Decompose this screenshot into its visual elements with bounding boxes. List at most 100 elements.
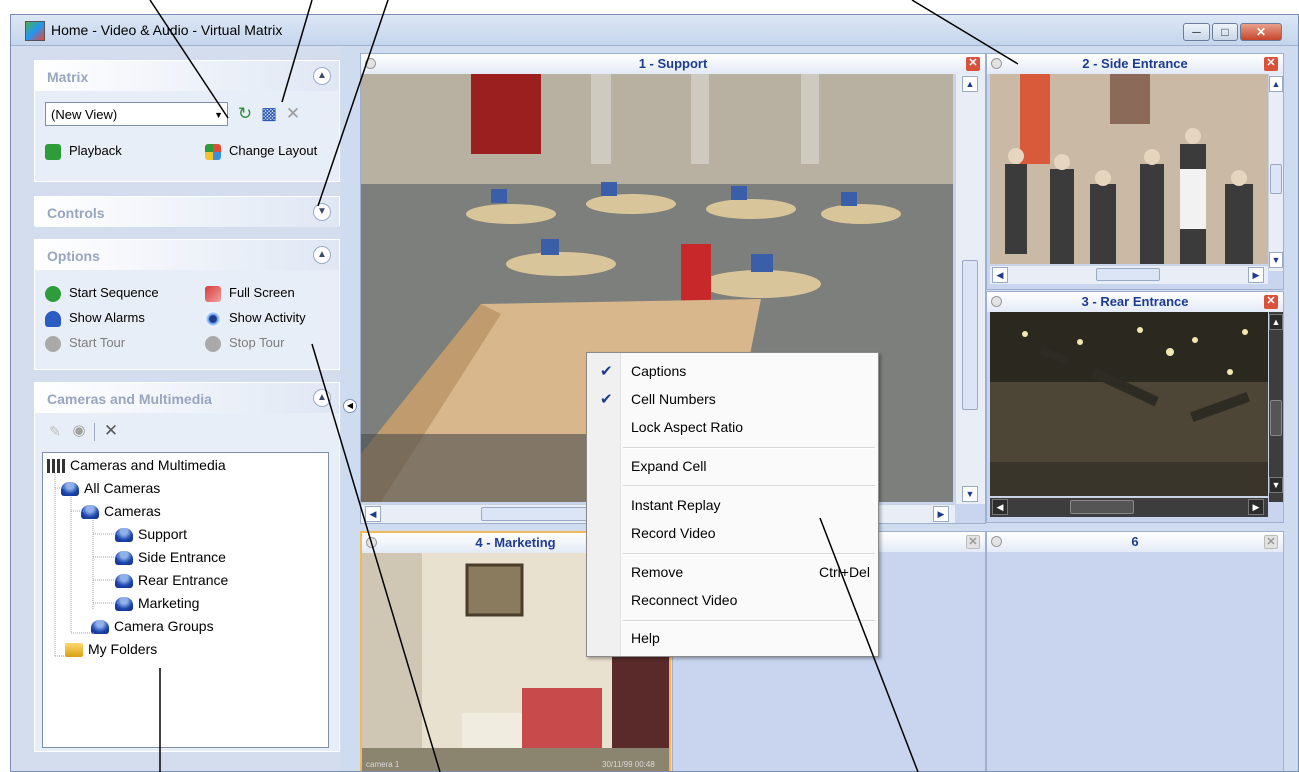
close-icon[interactable]: ✕: [966, 535, 980, 549]
collapse-icon[interactable]: ▲: [313, 246, 331, 264]
scroll-left-icon[interactable]: ◀: [365, 506, 381, 522]
close-icon[interactable]: ✕: [966, 57, 980, 71]
close-icon[interactable]: ✕: [1264, 295, 1278, 309]
vertical-scrollbar[interactable]: ▲ ▼: [1268, 74, 1283, 271]
menu-item-help[interactable]: Help: [631, 630, 660, 646]
scroll-left-icon[interactable]: ◀: [992, 499, 1008, 515]
start-sequence-button[interactable]: Start Sequence: [45, 285, 159, 302]
menu-separator: [623, 485, 875, 487]
tour-icon: [45, 335, 61, 352]
eye-icon: [205, 310, 221, 327]
options-header[interactable]: Options ▲: [35, 240, 339, 270]
show-activity-button[interactable]: Show Activity: [205, 310, 306, 327]
tools-icon[interactable]: ✕: [101, 421, 121, 441]
playback-label: Playback: [69, 143, 122, 158]
show-alarms-label: Show Alarms: [69, 310, 145, 325]
delete-icon[interactable]: ✕: [283, 104, 303, 124]
power-icon: [45, 285, 61, 302]
full-screen-icon: [205, 285, 221, 302]
close-icon[interactable]: ✕: [1264, 535, 1278, 549]
start-tour-button[interactable]: Start Tour: [45, 335, 125, 352]
show-alarms-button[interactable]: Show Alarms: [45, 310, 145, 327]
video-cell-2[interactable]: 2 - Side Entrance ✕ ▲ ▼ ◀ ▶: [986, 53, 1284, 290]
video-cell-3[interactable]: 3 - Rear Entrance ✕ ▲ ▼ ◀ ▶: [986, 291, 1284, 523]
menu-item-instant-replay[interactable]: Instant Replay: [631, 497, 721, 513]
menu-item-cell-numbers[interactable]: Cell Numbers: [631, 391, 716, 407]
window-title: Home - Video & Audio - Virtual Matrix: [51, 22, 283, 38]
scroll-thumb[interactable]: [1096, 268, 1160, 281]
scroll-down-icon[interactable]: ▼: [1269, 252, 1283, 268]
chevron-down-icon: ▼: [214, 110, 223, 120]
minimize-button[interactable]: ─: [1183, 23, 1210, 41]
full-screen-button[interactable]: Full Screen: [205, 285, 295, 302]
view-select-value: (New View): [51, 107, 118, 122]
globe-icon[interactable]: ◉: [69, 421, 89, 441]
scroll-up-icon[interactable]: ▲: [962, 76, 978, 92]
horizontal-scrollbar[interactable]: ◀ ▶: [990, 265, 1268, 284]
scroll-down-icon[interactable]: ▼: [1269, 477, 1283, 493]
playback-icon: [45, 143, 61, 160]
view-select[interactable]: (New View) ▼: [45, 102, 228, 126]
scroll-right-icon[interactable]: ▶: [1248, 499, 1264, 515]
scroll-right-icon[interactable]: ▶: [933, 506, 949, 522]
controls-header[interactable]: Controls ▼: [35, 197, 339, 227]
vertical-scrollbar[interactable]: ▲ ▼: [955, 74, 985, 504]
show-activity-label: Show Activity: [229, 310, 306, 325]
menu-separator: [623, 447, 875, 449]
menu-shortcut-remove: Ctrl+Del: [819, 564, 870, 580]
change-layout-label: Change Layout: [229, 143, 318, 158]
scroll-right-icon[interactable]: ▶: [1248, 267, 1264, 283]
scroll-up-icon[interactable]: ▲: [1269, 76, 1283, 92]
maximize-button[interactable]: □: [1212, 23, 1238, 41]
menu-item-reconnect-video[interactable]: Reconnect Video: [631, 592, 737, 608]
cell-header: 3 - Rear Entrance ✕: [987, 292, 1283, 312]
check-icon: ✔: [600, 391, 613, 408]
close-window-button[interactable]: ✕: [1240, 23, 1282, 41]
collapse-icon[interactable]: ▲: [313, 67, 331, 85]
new-folder-icon[interactable]: ✎: [45, 421, 65, 441]
title-bar: Home - Video & Audio - Virtual Matrix ─ …: [11, 15, 1298, 46]
cameras-title: Cameras and Multimedia: [47, 391, 212, 407]
scroll-up-icon[interactable]: ▲: [1269, 314, 1283, 330]
refresh-icon[interactable]: ↻: [235, 104, 255, 124]
expand-icon[interactable]: ▼: [313, 203, 331, 221]
horizontal-scrollbar[interactable]: ◀ ▶: [990, 497, 1268, 517]
change-layout-button[interactable]: Change Layout: [205, 143, 317, 160]
scroll-down-icon[interactable]: ▼: [962, 486, 978, 502]
menu-item-lock-aspect-ratio[interactable]: Lock Aspect Ratio: [631, 419, 743, 435]
collapse-icon[interactable]: ▲: [313, 389, 331, 407]
stop-tour-button[interactable]: Stop Tour: [205, 335, 284, 352]
menu-item-remove[interactable]: Remove: [631, 564, 683, 580]
menu-item-captions[interactable]: Captions: [631, 363, 686, 379]
menu-item-record-video[interactable]: Record Video: [631, 525, 716, 541]
save-icon[interactable]: ▩: [259, 104, 279, 124]
full-screen-label: Full Screen: [229, 285, 295, 300]
tour-icon: [205, 335, 221, 352]
controls-section: Controls ▼: [34, 196, 340, 227]
cameras-header[interactable]: Cameras and Multimedia ▲: [35, 383, 339, 413]
scroll-thumb[interactable]: [962, 260, 978, 410]
scroll-thumb[interactable]: [1270, 400, 1282, 436]
cell-title: 3 - Rear Entrance: [1081, 294, 1189, 309]
playback-button[interactable]: Playback: [45, 143, 122, 160]
layout-icon: [205, 143, 221, 160]
scroll-thumb[interactable]: [481, 507, 591, 521]
options-title: Options: [47, 248, 100, 264]
close-icon[interactable]: ✕: [1264, 57, 1278, 71]
panel-splitter[interactable]: ◀: [341, 46, 359, 771]
matrix-title: Matrix: [47, 69, 89, 85]
video-cell-6[interactable]: 6 ✕: [986, 531, 1284, 771]
matrix-header[interactable]: Matrix ▲: [35, 61, 339, 91]
controls-title: Controls: [47, 205, 105, 221]
scroll-thumb[interactable]: [1270, 164, 1282, 194]
check-icon: ✔: [600, 363, 613, 380]
start-tour-label: Start Tour: [69, 335, 126, 350]
chevron-left-icon[interactable]: ◀: [343, 399, 357, 413]
menu-item-expand-cell[interactable]: Expand Cell: [631, 458, 707, 474]
scroll-thumb[interactable]: [1070, 500, 1134, 514]
vertical-scrollbar[interactable]: ▲ ▼: [1268, 312, 1283, 502]
menu-separator: [623, 620, 875, 622]
context-menu: ✔ Captions ✔ Cell Numbers Lock Aspect Ra…: [586, 352, 879, 657]
scroll-left-icon[interactable]: ◀: [992, 267, 1008, 283]
video-caption-timestamp: 30/11/99 00:48: [602, 760, 655, 769]
